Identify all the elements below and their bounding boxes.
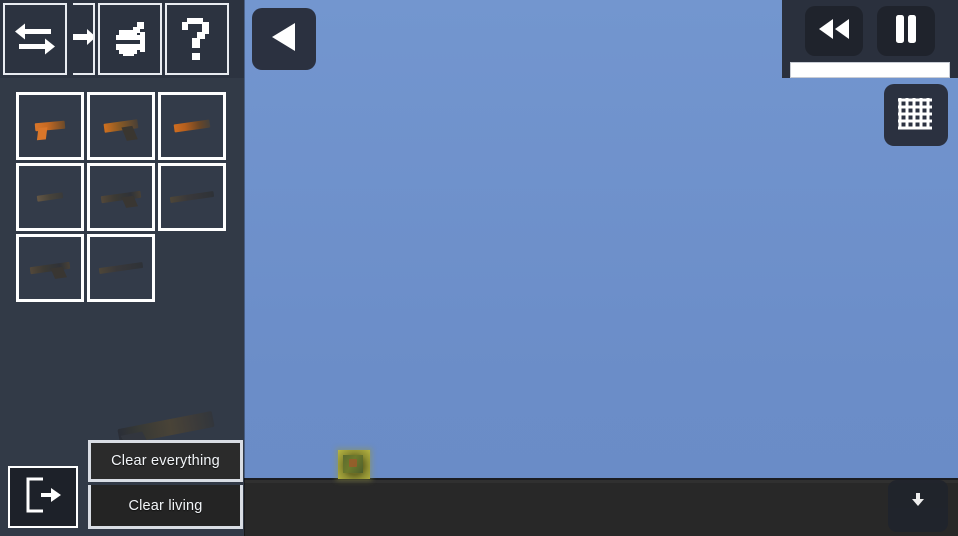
weapon-slot-machine-gun[interactable] [87,234,155,302]
weapon-slot-shotgun[interactable] [158,92,226,160]
weapon-grid [16,92,232,302]
tool-strip [0,0,244,78]
pause-button[interactable] [877,6,935,56]
clear-everything-button[interactable]: Clear everything [88,440,243,482]
pause-icon [893,14,919,49]
weapon-slot-smg[interactable] [87,92,155,160]
carbine-icon [29,261,71,275]
clear-everything-label: Clear everything [111,453,220,469]
assault-rifle-icon [100,190,142,204]
rewind-button[interactable] [805,6,863,56]
sniper-rifle-icon [169,190,215,204]
machine-gun-icon [98,261,144,275]
download-icon [910,492,926,513]
move-tool-button[interactable] [73,3,95,75]
grid-toggle-button[interactable] [884,84,948,146]
weapon-slot-revolver[interactable] [16,163,84,231]
playback-controls [782,0,958,78]
grid-toggle-icon [897,94,935,137]
crate-entity[interactable] [338,450,370,479]
clear-living-button[interactable]: Clear living [88,485,243,529]
crate-marking [349,459,357,467]
weapon-slot-carbine[interactable] [16,234,84,302]
save-button[interactable] [888,480,948,532]
weapon-slot-assault-rifle[interactable] [87,163,155,231]
swap-tool-button[interactable] [3,3,67,75]
weapon-slot-sniper-rifle[interactable] [158,163,226,231]
speed-slider[interactable] [790,62,950,78]
help-tool-button[interactable] [165,3,229,75]
exit-door-icon [23,476,63,519]
paint-bucket-icon [109,18,151,60]
swap-arrows-icon [13,19,57,59]
arrow-right-icon [73,25,93,53]
weapon-slot-pistol[interactable] [16,92,84,160]
smg-icon [103,119,139,133]
pistol-icon [34,120,66,132]
game-screen: Clear everything Clear living [0,0,958,536]
shotgun-icon [173,119,211,133]
clear-panel: Clear everything Clear living [88,440,243,532]
revolver-icon [36,192,64,202]
rewind-icon [817,17,851,46]
clear-living-label: Clear living [128,497,203,514]
question-mark-icon [179,16,215,62]
back-triangle-icon [269,21,299,58]
exit-button[interactable] [8,466,78,528]
back-button[interactable] [252,8,316,70]
left-sidebar: Clear everything Clear living [0,0,244,536]
paint-tool-button[interactable] [98,3,162,75]
